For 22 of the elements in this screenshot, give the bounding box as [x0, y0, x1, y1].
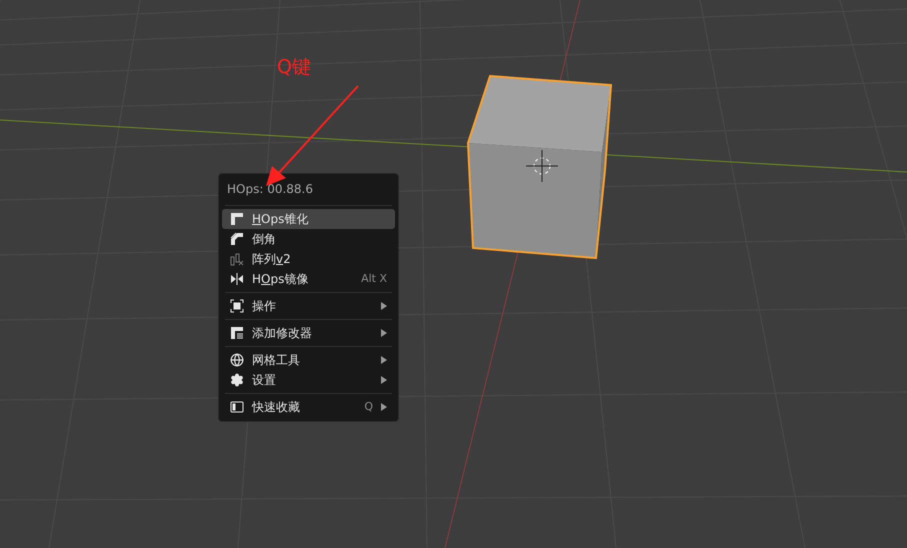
globe-icon — [230, 353, 244, 367]
corner-block-icon — [230, 212, 244, 226]
menu-item[interactable]: HOps镜像 Alt X — [222, 269, 395, 289]
menu-title: HOps: 00.88.6 — [226, 181, 314, 198]
menu-item[interactable]: 快速收藏 Q — [222, 397, 395, 417]
shortcut-label: Q — [364, 398, 373, 415]
menu-item[interactable]: 倒角 — [222, 229, 395, 249]
annotation-label: Q键 — [277, 55, 311, 80]
menu-item[interactable]: 添加修改器 — [222, 323, 395, 343]
menu-item[interactable]: 设置 — [222, 370, 395, 390]
frame-square-icon — [230, 299, 244, 313]
menu-item[interactable]: HOps锥化 — [222, 209, 395, 229]
settings-icon — [230, 373, 244, 387]
array-blocks-icon — [230, 252, 244, 266]
mirror-icon — [230, 272, 244, 286]
menu-item[interactable]: 网格工具 — [222, 350, 395, 370]
modifier-list-icon — [230, 326, 244, 340]
shortcut-label: Alt X — [361, 270, 387, 287]
bevel-corner-icon — [230, 232, 244, 246]
panel-icon — [230, 400, 244, 414]
menu-item[interactable]: 操作 — [222, 296, 395, 316]
menu-item[interactable]: 阵列v2 — [222, 249, 395, 269]
